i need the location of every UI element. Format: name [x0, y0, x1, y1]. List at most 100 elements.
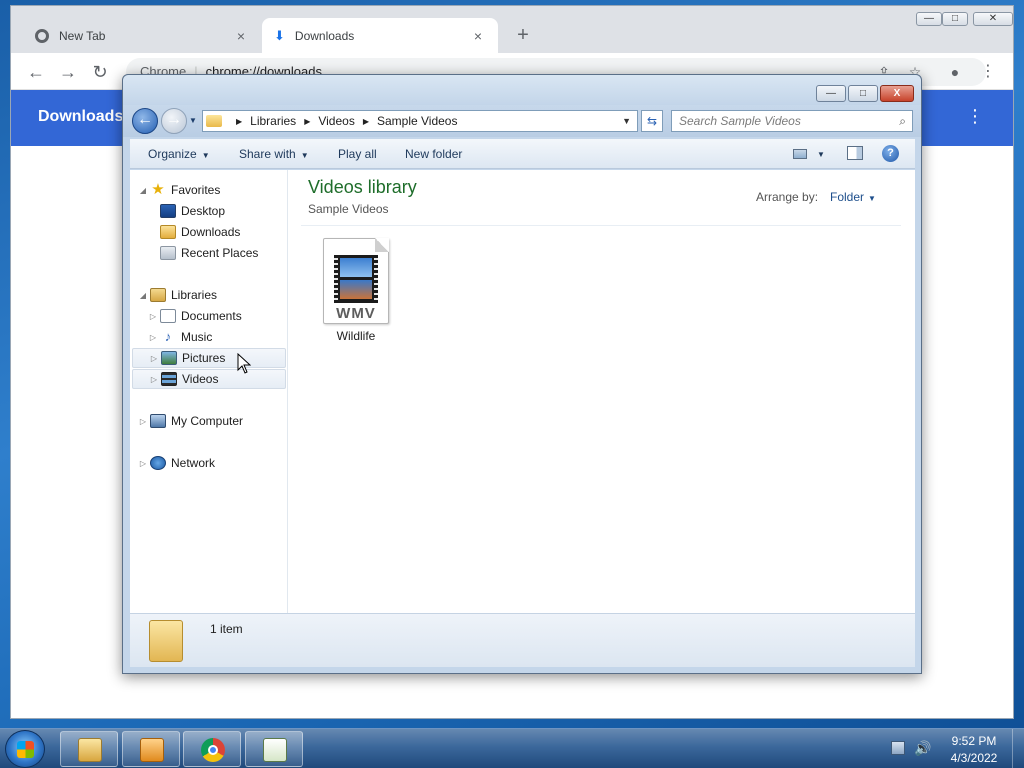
- explorer-body: ◢ ★ Favorites Desktop Downloads Recent P…: [130, 170, 915, 613]
- nav-desktop[interactable]: Desktop: [160, 201, 225, 221]
- nav-label: Favorites: [171, 183, 221, 197]
- chrome-maximize-button[interactable]: □: [942, 12, 968, 26]
- collapse-triangle-icon[interactable]: ▷: [148, 312, 158, 321]
- nav-label: Desktop: [181, 204, 226, 218]
- nav-label: Videos: [182, 372, 219, 386]
- address-dropdown-icon[interactable]: ▼: [616, 116, 637, 126]
- library-subtitle: Sample Videos: [308, 202, 389, 216]
- nav-recent-places[interactable]: Recent Places: [160, 243, 258, 263]
- libraries-icon: [150, 288, 166, 302]
- chevron-down-icon: ▼: [817, 149, 825, 159]
- reload-icon[interactable]: ↻: [89, 61, 111, 83]
- chevron-down-icon: ▼: [201, 151, 210, 160]
- file-name: Wildlife: [336, 329, 376, 343]
- taskbar: 🔊 9:52 PM 4/3/2022: [0, 728, 1024, 768]
- nav-videos[interactable]: ▷ Videos: [132, 369, 286, 389]
- back-arrow-icon[interactable]: ←: [132, 108, 158, 134]
- show-desktop-button[interactable]: [1012, 729, 1024, 768]
- chrome-close-button[interactable]: ✕: [973, 12, 1013, 26]
- recent-pages-dropdown-icon[interactable]: ▼: [189, 116, 197, 125]
- back-arrow-icon[interactable]: ←: [25, 61, 47, 83]
- film-frame: [340, 258, 372, 277]
- taskbar-media-player-button[interactable]: [122, 731, 180, 767]
- clock-date[interactable]: 4/3/2022: [946, 751, 1002, 765]
- nav-downloads[interactable]: Downloads: [160, 222, 240, 242]
- app-icon: [263, 738, 287, 762]
- arrange-by-dropdown[interactable]: Folder ▼: [830, 190, 876, 204]
- folder-icon: [149, 620, 183, 662]
- refresh-icon[interactable]: ⇆: [641, 110, 663, 132]
- forward-arrow-icon[interactable]: →: [161, 108, 187, 134]
- chevron-right-icon[interactable]: ▶: [304, 117, 310, 126]
- collapse-triangle-icon[interactable]: ▷: [149, 354, 159, 363]
- nav-label: Pictures: [182, 351, 226, 365]
- search-box[interactable]: ⌕: [671, 110, 913, 132]
- breadcrumb-libraries[interactable]: Libraries: [250, 114, 296, 128]
- folder-icon: [206, 115, 222, 127]
- nav-my-computer[interactable]: ▷ My Computer: [138, 411, 243, 431]
- nav-documents[interactable]: ▷ Documents: [148, 306, 242, 326]
- explorer-close-button[interactable]: X: [880, 85, 914, 102]
- explorer-minimize-button[interactable]: —: [816, 85, 846, 102]
- chrome-tab-icon: [35, 28, 49, 43]
- breadcrumb-sample-videos[interactable]: Sample Videos: [377, 114, 458, 128]
- chrome-menu-icon[interactable]: ⋮: [977, 61, 999, 83]
- chevron-right-icon[interactable]: ▶: [363, 117, 369, 126]
- collapse-triangle-icon[interactable]: ▷: [138, 417, 148, 426]
- explorer-maximize-button[interactable]: □: [848, 85, 878, 102]
- windows-logo-icon: [17, 741, 34, 758]
- documents-icon: [160, 309, 176, 323]
- collapse-triangle-icon[interactable]: ▷: [148, 333, 158, 342]
- network-tray-icon[interactable]: [891, 741, 905, 755]
- new-tab-button[interactable]: +: [512, 24, 534, 46]
- tab-title: New Tab: [59, 28, 106, 43]
- nav-libraries[interactable]: ◢ Libraries: [138, 285, 217, 305]
- search-icon[interactable]: ⌕: [899, 114, 906, 129]
- page-fold: [375, 238, 389, 252]
- change-view-button[interactable]: ▼: [793, 146, 831, 162]
- forward-arrow-icon[interactable]: →: [57, 61, 79, 83]
- help-icon[interactable]: ?: [882, 145, 899, 162]
- taskbar-explorer-button[interactable]: [60, 731, 118, 767]
- play-all-button[interactable]: Play all: [338, 147, 377, 161]
- file-type-badge: WMV: [336, 305, 376, 322]
- tab-new-tab[interactable]: New Tab ×: [23, 18, 261, 53]
- network-icon: [150, 456, 166, 470]
- collapse-triangle-icon[interactable]: ▷: [149, 375, 159, 384]
- nav-music[interactable]: ▷ ♪ Music: [148, 327, 212, 347]
- desktop-icon: [160, 204, 176, 218]
- nav-pictures[interactable]: ▷ Pictures: [132, 348, 286, 368]
- expand-triangle-icon[interactable]: ◢: [138, 186, 148, 195]
- tab-close-icon[interactable]: ×: [233, 28, 249, 44]
- address-bar[interactable]: ▶ Libraries ▶ Videos ▶ Sample Videos ▼: [202, 110, 638, 132]
- profile-icon[interactable]: ●: [944, 61, 966, 83]
- share-with-button[interactable]: Share with ▼: [239, 147, 309, 161]
- explorer-title-bar[interactable]: — □ X: [123, 75, 921, 105]
- chrome-minimize-button[interactable]: —: [916, 12, 942, 26]
- minimize-icon: —: [924, 13, 934, 24]
- tab-downloads[interactable]: ⬇ Downloads ×: [262, 18, 498, 53]
- arrange-by-value: Folder: [830, 190, 865, 204]
- nav-network[interactable]: ▷ Network: [138, 453, 215, 473]
- breadcrumb-videos[interactable]: Videos: [318, 114, 354, 128]
- more-options-icon[interactable]: ⋮: [966, 106, 984, 127]
- new-folder-button[interactable]: New folder: [405, 147, 462, 161]
- preview-pane-icon[interactable]: [847, 146, 863, 160]
- organize-button[interactable]: Organize ▼: [148, 147, 210, 161]
- start-button[interactable]: [5, 730, 45, 768]
- search-input[interactable]: [672, 111, 882, 131]
- chevron-right-icon[interactable]: ▶: [236, 117, 242, 126]
- nav-favorites[interactable]: ◢ ★ Favorites: [138, 180, 220, 200]
- chevron-down-icon: ▼: [300, 151, 309, 160]
- expand-triangle-icon[interactable]: ◢: [138, 291, 148, 300]
- computer-icon: [150, 414, 166, 428]
- collapse-triangle-icon[interactable]: ▷: [138, 459, 148, 468]
- taskbar-chrome-button[interactable]: [183, 731, 241, 767]
- share-with-label: Share with: [239, 147, 296, 161]
- clock-time[interactable]: 9:52 PM: [946, 734, 1002, 748]
- file-item[interactable]: WMV Wildlife: [319, 238, 393, 348]
- volume-icon[interactable]: 🔊: [914, 740, 931, 757]
- taskbar-app-button[interactable]: [245, 731, 303, 767]
- music-note-icon: ♪: [164, 329, 172, 344]
- tab-close-icon[interactable]: ×: [470, 28, 486, 44]
